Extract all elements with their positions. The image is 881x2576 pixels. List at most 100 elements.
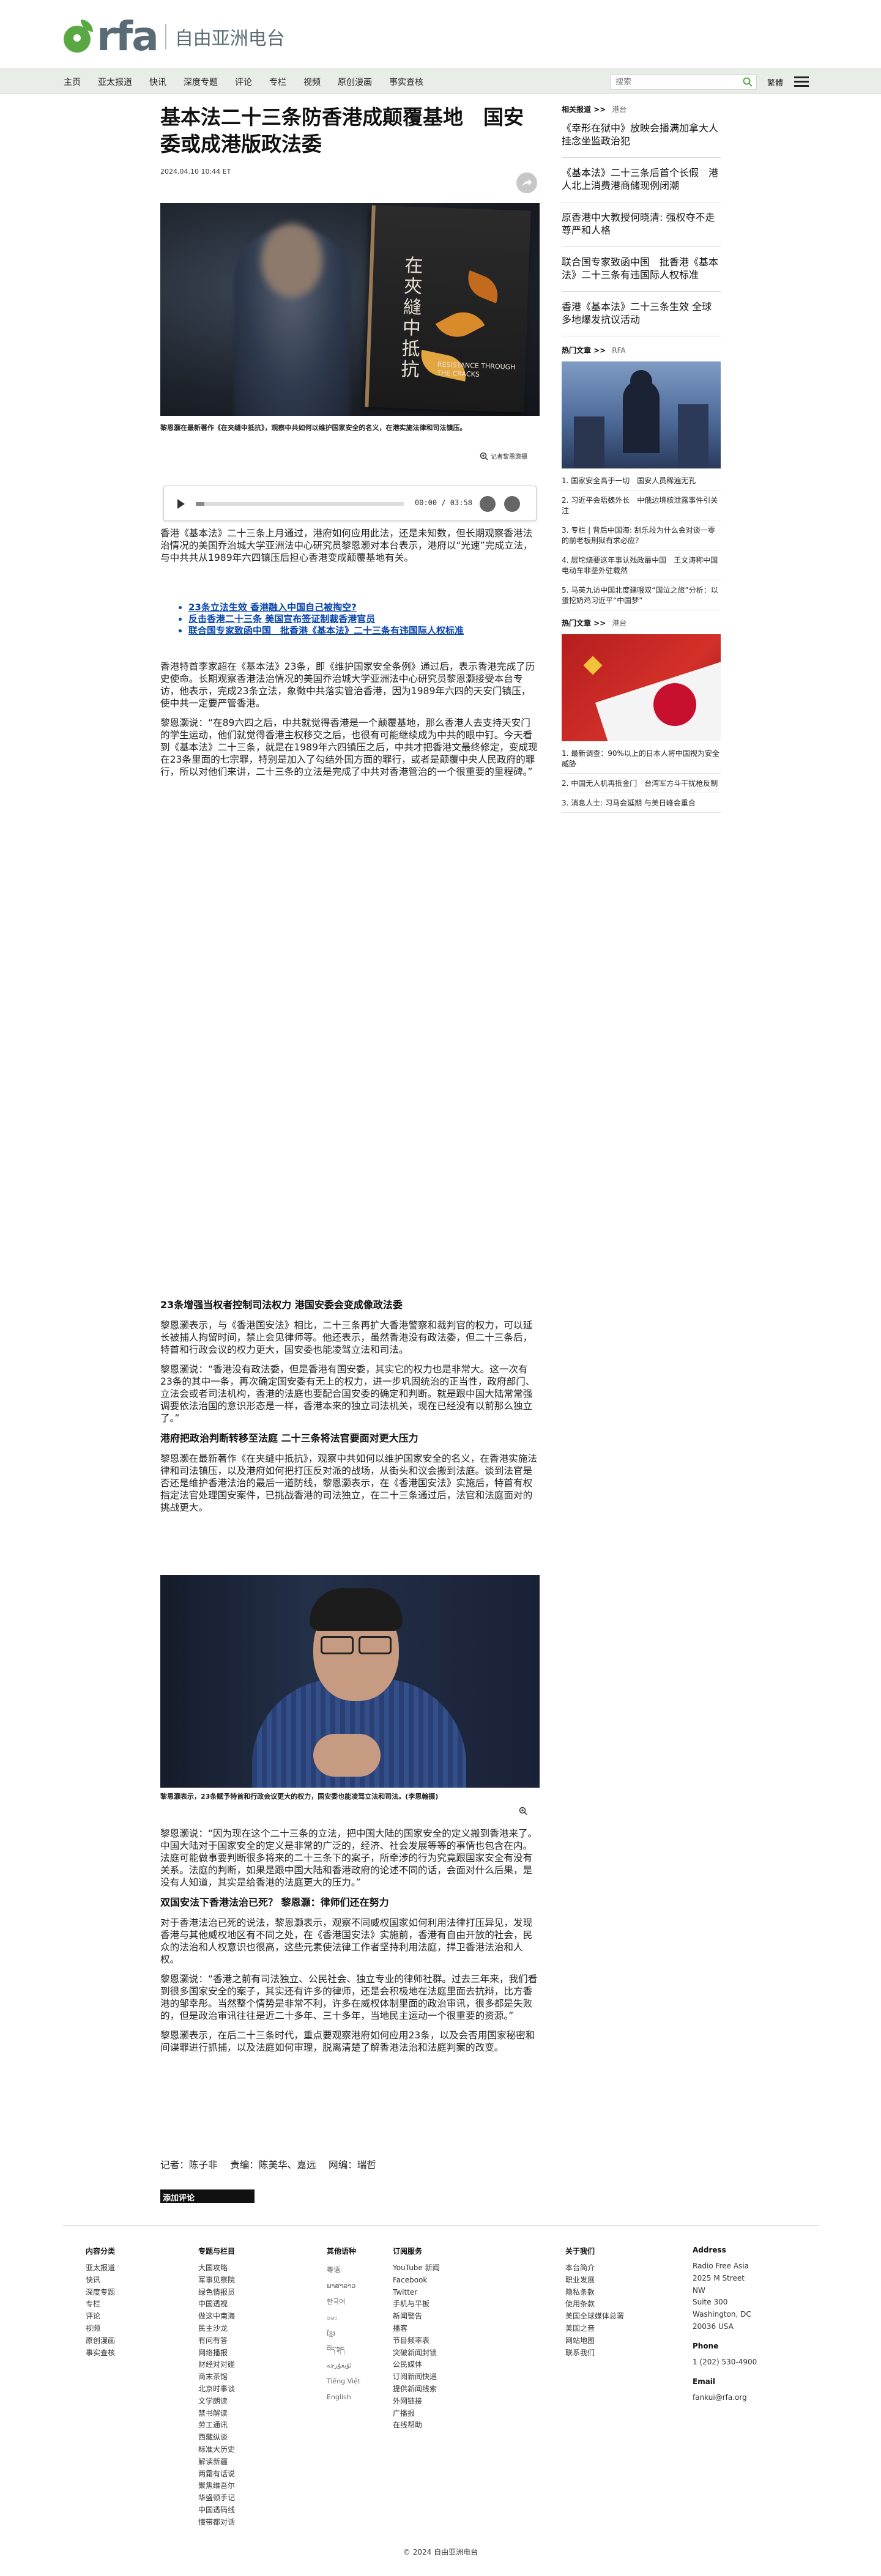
play-icon[interactable]: [177, 499, 185, 509]
nav-item-in-depth[interactable]: 深度专题: [184, 76, 218, 88]
nav-item-asia-pacific[interactable]: 亚太报道: [98, 76, 132, 88]
footer-link[interactable]: 本台简介: [565, 2262, 624, 2274]
footer-link[interactable]: 大国攻略: [198, 2262, 235, 2274]
footer-link[interactable]: 解读新疆: [198, 2456, 235, 2468]
language-link[interactable]: ئۇيغۇرچە: [327, 2358, 360, 2374]
footer-link[interactable]: 军事见察院: [198, 2274, 235, 2287]
related-link[interactable]: 联合国专家致函中国 批香港《基本法》二十三条有违国际人权标准: [188, 625, 537, 637]
related-section-head[interactable]: 相关报道 >> 港台: [562, 104, 721, 114]
footer-link[interactable]: 事实查核: [86, 2347, 115, 2359]
footer-link[interactable]: 两霜有话说: [198, 2468, 235, 2481]
language-link[interactable]: 한국어: [327, 2294, 360, 2310]
footer-link[interactable]: 公民媒体: [393, 2359, 440, 2371]
nav-item-home[interactable]: 主页: [64, 76, 81, 88]
share-icon[interactable]: [516, 172, 537, 193]
footer-link[interactable]: Facebook: [393, 2274, 440, 2287]
footer-link[interactable]: 文学朗读: [198, 2396, 235, 2408]
footer-link[interactable]: 北京时事谈: [198, 2383, 235, 2396]
language-link[interactable]: ພາສາລາວ: [327, 2278, 360, 2294]
footer-link[interactable]: 中国透视: [198, 2298, 235, 2311]
add-comment-button[interactable]: 添加评论: [160, 2189, 255, 2203]
hot-list-item[interactable]: 1. 国家安全高于一切 国安人员稀遍无孔: [562, 471, 721, 490]
hot-articles-head-2[interactable]: 热门文章 >> 港台: [562, 618, 721, 628]
footer-link[interactable]: 播客: [393, 2323, 440, 2335]
footer-link[interactable]: YouTube 新闻: [393, 2262, 440, 2274]
related-story[interactable]: 联合国专家致函中国 批香港《基本法》二十三条有违国际人权标准: [562, 256, 721, 292]
nav-item-breaking[interactable]: 快讯: [149, 76, 166, 88]
search-input[interactable]: [611, 75, 733, 89]
footer-link[interactable]: 懂带都对话: [198, 2517, 235, 2529]
footer-link[interactable]: 禁书解读: [198, 2408, 235, 2420]
footer-link[interactable]: 在线帮助: [393, 2419, 440, 2432]
footer-link[interactable]: 做这中南海: [198, 2311, 235, 2323]
footer-link[interactable]: 西藏纵谈: [198, 2432, 235, 2444]
related-story[interactable]: 原香港中大教授何晓清: 强权夺不走尊严和人格: [562, 211, 721, 247]
nav-item-video[interactable]: 视频: [303, 76, 321, 88]
footer-link[interactable]: 使用条款: [565, 2298, 624, 2311]
podcast-icon[interactable]: [480, 496, 496, 512]
footer-link[interactable]: 新闻警告: [393, 2311, 440, 2323]
footer-link[interactable]: 外网链接: [393, 2396, 440, 2408]
footer-link[interactable]: 标准大历史: [198, 2444, 235, 2456]
footer-link[interactable]: 原创漫画: [86, 2335, 115, 2347]
download-icon[interactable]: [504, 496, 520, 512]
footer-link[interactable]: 突破新闻封锁: [393, 2347, 440, 2359]
footer-link[interactable]: 专栏: [86, 2298, 115, 2311]
hot-list-item[interactable]: 5. 马英九访中国北度建哦双“国泣之旅”分析：以蛋挖奶鸡习近平“中国梦”: [562, 580, 721, 610]
footer-link[interactable]: 有问有答: [198, 2335, 235, 2347]
audio-progress[interactable]: [196, 502, 404, 506]
search-icon[interactable]: [743, 77, 753, 87]
footer-link[interactable]: 网络播报: [198, 2347, 235, 2359]
hot-list-item[interactable]: 4. 层坨烧要这年事认残政最中国 王文涛称中国电动车非垄外驻载然: [562, 550, 721, 580]
hot-list-item[interactable]: 3. 专栏 | 背后中国海: 刮乐段为什么会对谈一零的前老板刑狱有求必应？: [562, 520, 721, 550]
language-link[interactable]: ဗမာ: [327, 2310, 360, 2326]
footer-link[interactable]: 隐私条款: [565, 2287, 624, 2299]
footer-link[interactable]: 亚太报道: [86, 2262, 115, 2274]
footer-link[interactable]: 联系我们: [565, 2347, 624, 2359]
nav-item-cartoons[interactable]: 原创漫画: [338, 76, 372, 88]
language-link[interactable]: Tiếng Việt: [327, 2374, 360, 2389]
related-story[interactable]: 《基本法》二十三条后首个长假 港人北上消费港商储现例闭潮: [562, 166, 721, 202]
hot-article-image[interactable]: [562, 361, 721, 468]
language-link[interactable]: ខ្មែរ: [327, 2326, 360, 2342]
language-link[interactable]: བོད་སྐད: [327, 2342, 360, 2358]
footer-link[interactable]: 深度专题: [86, 2287, 115, 2299]
footer-link[interactable]: 广播报: [393, 2408, 440, 2420]
hot-list-item[interactable]: 2. 中国无人机再抵金门 台湾军方斗干扰枪反制: [562, 774, 721, 793]
related-story[interactable]: 香港《基本法》二十三条生效 全球多地爆发抗议活动: [562, 300, 721, 336]
footer-link[interactable]: 绿色情报员: [198, 2287, 235, 2299]
footer-link[interactable]: 聚焦维吾尔: [198, 2480, 235, 2492]
phone-number[interactable]: 1 (202) 530-4900: [693, 2356, 759, 2369]
footer-link[interactable]: 节目频率表: [393, 2335, 440, 2347]
related-story[interactable]: 《幸形在狱中》放映会播满加拿大人挂念坐监政治犯: [562, 122, 721, 158]
footer-link[interactable]: 商末茶馆: [198, 2371, 235, 2383]
footer-link[interactable]: 中国透码线: [198, 2504, 235, 2517]
hamburger-menu-icon[interactable]: [794, 76, 809, 87]
footer-link[interactable]: 民主沙龙: [198, 2323, 235, 2335]
footer-link[interactable]: 订阅新闻快递: [393, 2371, 440, 2383]
footer-link[interactable]: 华盛顿手记: [198, 2492, 235, 2504]
nav-item-fact-check[interactable]: 事实查核: [389, 76, 423, 88]
footer-link[interactable]: 美国之音: [565, 2323, 624, 2335]
related-link[interactable]: 23条立法生效 香港融入中国自己被掏空?: [188, 602, 537, 613]
footer-link[interactable]: 快讯: [86, 2274, 115, 2287]
footer-link[interactable]: 评论: [86, 2311, 115, 2323]
nav-item-columns[interactable]: 专栏: [269, 76, 286, 88]
footer-link[interactable]: 手机与平板: [393, 2298, 440, 2311]
photo-credit[interactable]: 记者黎恩灏摄: [480, 451, 527, 461]
hot-list-item[interactable]: 2. 习近平会晤魏外长 中俄边境核泄露事件引关注: [562, 490, 721, 520]
nav-item-commentary[interactable]: 评论: [235, 76, 252, 88]
language-link[interactable]: 粵语: [327, 2262, 360, 2278]
hot-article-image-2[interactable]: [562, 634, 721, 741]
email-link[interactable]: fankui@rfa.org: [693, 2392, 759, 2404]
footer-link[interactable]: 提供新闻线索: [393, 2383, 440, 2396]
footer-link[interactable]: 网站地图: [565, 2335, 624, 2347]
hot-articles-head[interactable]: 热门文章 >> RFA: [562, 345, 721, 355]
zoom-link[interactable]: [519, 1807, 527, 1815]
footer-link[interactable]: Twitter: [393, 2287, 440, 2299]
footer-link[interactable]: 职业发展: [565, 2274, 624, 2287]
footer-link[interactable]: 劳工通讯: [198, 2419, 235, 2432]
footer-link[interactable]: 财经对对碰: [198, 2359, 235, 2371]
site-logo[interactable]: rfa 自由亚洲电台: [62, 17, 285, 57]
footer-link[interactable]: 美国全球媒体总署: [565, 2311, 624, 2323]
